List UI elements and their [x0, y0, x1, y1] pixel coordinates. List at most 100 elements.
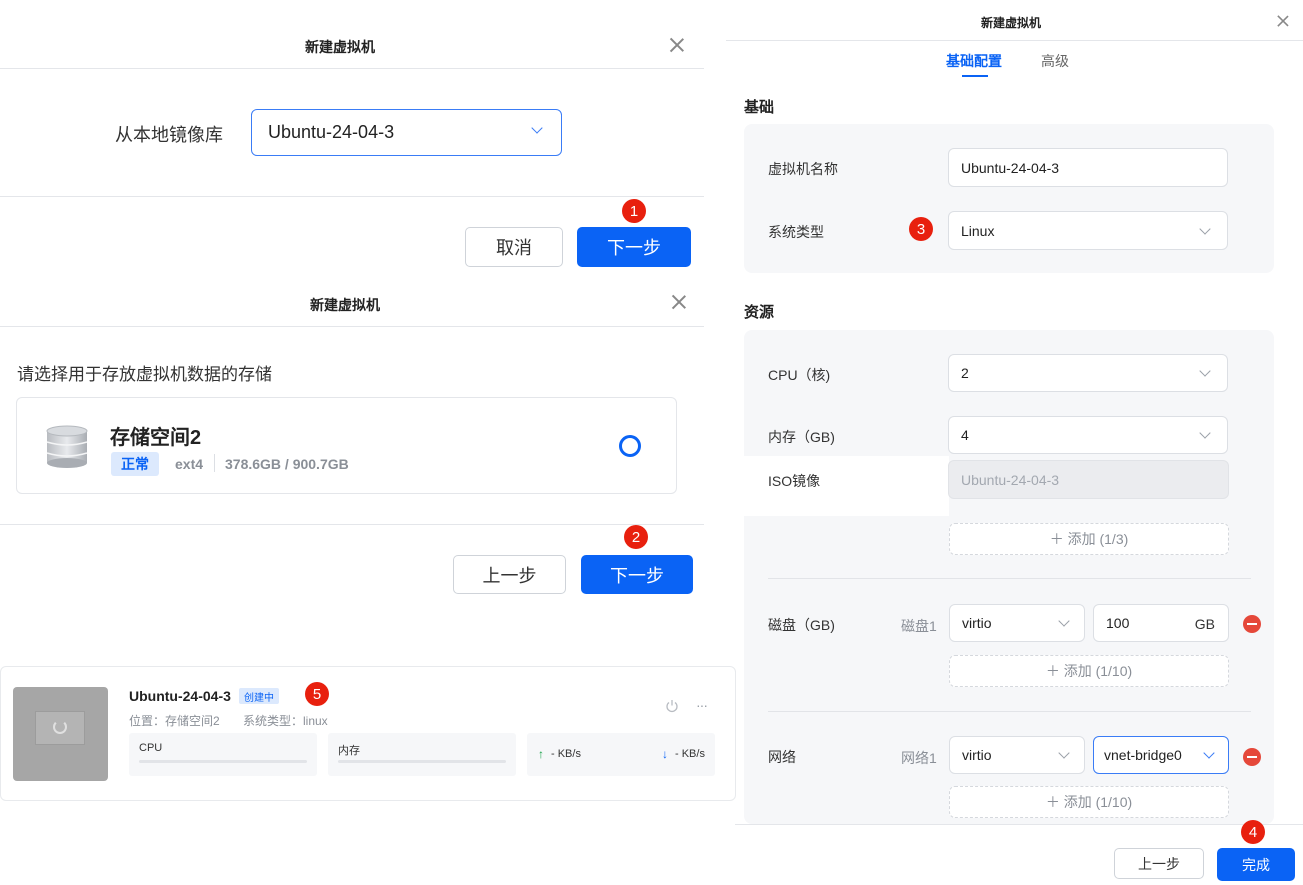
source-label: 从本地镜像库 [115, 125, 223, 145]
cpu-meter: CPU [129, 733, 317, 776]
vm-name-value: Ubuntu-24-04-3 [961, 159, 1060, 176]
chevron-down-icon [1199, 223, 1211, 235]
chevron-down-icon [1058, 615, 1070, 627]
network-meter: ↑ - KB/s ↓ - KB/s [527, 733, 715, 776]
section-basic-heading: 基础 [744, 99, 775, 116]
step-badge: 4 [1241, 820, 1265, 844]
network-model-value: virtio [962, 747, 992, 763]
radio-button[interactable] [619, 435, 641, 457]
image-select-value: Ubuntu-24-04-3 [268, 122, 395, 142]
chevron-down-icon [1203, 747, 1215, 759]
loading-spinner-icon [53, 720, 67, 734]
upload-arrow-icon: ↑ [538, 747, 544, 761]
memory-value: 4 [961, 427, 969, 443]
memory-bar [338, 760, 506, 763]
disk-bus-select[interactable]: virtio [949, 604, 1085, 642]
network-bridge-value: vnet-bridge0 [1104, 747, 1182, 763]
network-label: 网络 [768, 749, 796, 765]
database-icon [45, 425, 89, 469]
chevron-down-icon [1058, 747, 1070, 759]
image-select[interactable]: Ubuntu-24-04-3 [251, 109, 562, 156]
cpu-value: 2 [961, 365, 969, 381]
os-type-select[interactable]: Linux [948, 211, 1228, 250]
status-badge: 正常 [111, 452, 159, 476]
close-icon[interactable] [671, 294, 687, 310]
divider [0, 524, 704, 525]
status-badge: 创建中 [239, 688, 279, 704]
vm-card[interactable]: Ubuntu-24-04-3 创建中 5 位置：存储空间2 系统类型：linux… [0, 666, 736, 801]
divider [768, 578, 1251, 579]
remove-disk-icon[interactable] [1243, 615, 1261, 633]
vm-name: Ubuntu-24-04-3 [129, 688, 231, 704]
close-icon[interactable] [669, 37, 685, 53]
tab-advanced[interactable]: 高级 [1041, 51, 1069, 71]
divider [0, 196, 704, 197]
chevron-down-icon [1199, 365, 1211, 377]
storage-name: 存储空间2 [110, 427, 202, 449]
disk-label: 磁盘（GB) [768, 617, 835, 633]
dialog-title: 新建虚拟机 [305, 39, 375, 55]
disk-unit: GB [1194, 616, 1215, 632]
more-icon[interactable]: ··· [696, 697, 708, 713]
vm-name-label: 虚拟机名称 [768, 161, 838, 177]
network-add-button[interactable]: ＋ 添加 (1/10) [949, 786, 1229, 818]
step-badge: 5 [305, 682, 329, 706]
storage-usage: 378.6GB / 900.7GB [225, 456, 349, 472]
dialog-title: 新建虚拟机 [310, 297, 380, 313]
finish-button[interactable]: 完成 [1217, 848, 1295, 881]
cpu-label: CPU [139, 742, 163, 754]
storage-option-card[interactable]: 存储空间2 正常 ext4 378.6GB / 900.7GB [16, 397, 677, 494]
section-resource-heading: 资源 [744, 304, 775, 321]
divider [0, 326, 704, 327]
tab-active-indicator [962, 75, 988, 77]
iso-label: ISO镜像 [768, 473, 821, 489]
os-type-label: 系统类型 [768, 224, 824, 240]
disk-bus-value: virtio [962, 615, 992, 631]
os-type-value: Linux [961, 222, 995, 239]
memory-select[interactable]: 4 [948, 416, 1228, 454]
prev-button[interactable]: 上一步 [1114, 848, 1204, 879]
disk-size-input[interactable]: 100 GB [1093, 604, 1229, 642]
chevron-down-icon [531, 122, 543, 134]
step-badge: 1 [622, 199, 646, 223]
download-speed: - KB/s [675, 748, 705, 760]
power-icon[interactable] [665, 699, 679, 713]
storage-prompt: 请选择用于存放虚拟机数据的存储 [17, 365, 272, 384]
download-arrow-icon: ↓ [662, 747, 668, 761]
network-sub-label: 网络1 [901, 750, 937, 766]
iso-value: Ubuntu-24-04-3 [961, 471, 1060, 488]
memory-label: 内存 [338, 745, 360, 757]
vm-os-type: 系统类型：linux [243, 714, 328, 728]
chevron-down-icon [1199, 427, 1211, 439]
basic-panel [744, 124, 1274, 273]
next-button[interactable]: 下一步 [577, 227, 691, 267]
iso-select: Ubuntu-24-04-3 [948, 460, 1229, 499]
vm-name-input[interactable]: Ubuntu-24-04-3 [948, 148, 1228, 187]
disk-add-button[interactable]: ＋ 添加 (1/10) [949, 655, 1229, 687]
tab-basic-config[interactable]: 基础配置 [946, 51, 1002, 71]
cpu-label: CPU（核) [768, 367, 831, 383]
cpu-bar [139, 760, 307, 763]
upload-speed: - KB/s [551, 748, 581, 760]
cancel-button[interactable]: 取消 [465, 227, 563, 267]
network-bridge-select[interactable]: vnet-bridge0 [1093, 736, 1229, 774]
vm-location: 位置：存储空间2 [129, 714, 220, 728]
remove-network-icon[interactable] [1243, 748, 1261, 766]
memory-meter: 内存 [328, 733, 516, 776]
dialog-title: 新建虚拟机 [980, 16, 1041, 30]
prev-button[interactable]: 上一步 [453, 555, 566, 594]
iso-add-button[interactable]: ＋ 添加 (1/3) [949, 523, 1229, 555]
divider [0, 68, 704, 69]
divider [768, 711, 1251, 712]
storage-fs: ext4 [175, 456, 204, 472]
separator [214, 454, 215, 472]
memory-label: 内存（GB) [768, 429, 835, 445]
next-button[interactable]: 下一步 [581, 555, 693, 594]
vm-thumbnail [13, 687, 108, 781]
network-model-select[interactable]: virtio [949, 736, 1085, 774]
close-icon[interactable] [1277, 15, 1290, 28]
cpu-select[interactable]: 2 [948, 354, 1228, 392]
disk-size-value: 100 [1106, 615, 1130, 631]
step-badge: 2 [624, 525, 648, 549]
divider [726, 40, 1303, 41]
